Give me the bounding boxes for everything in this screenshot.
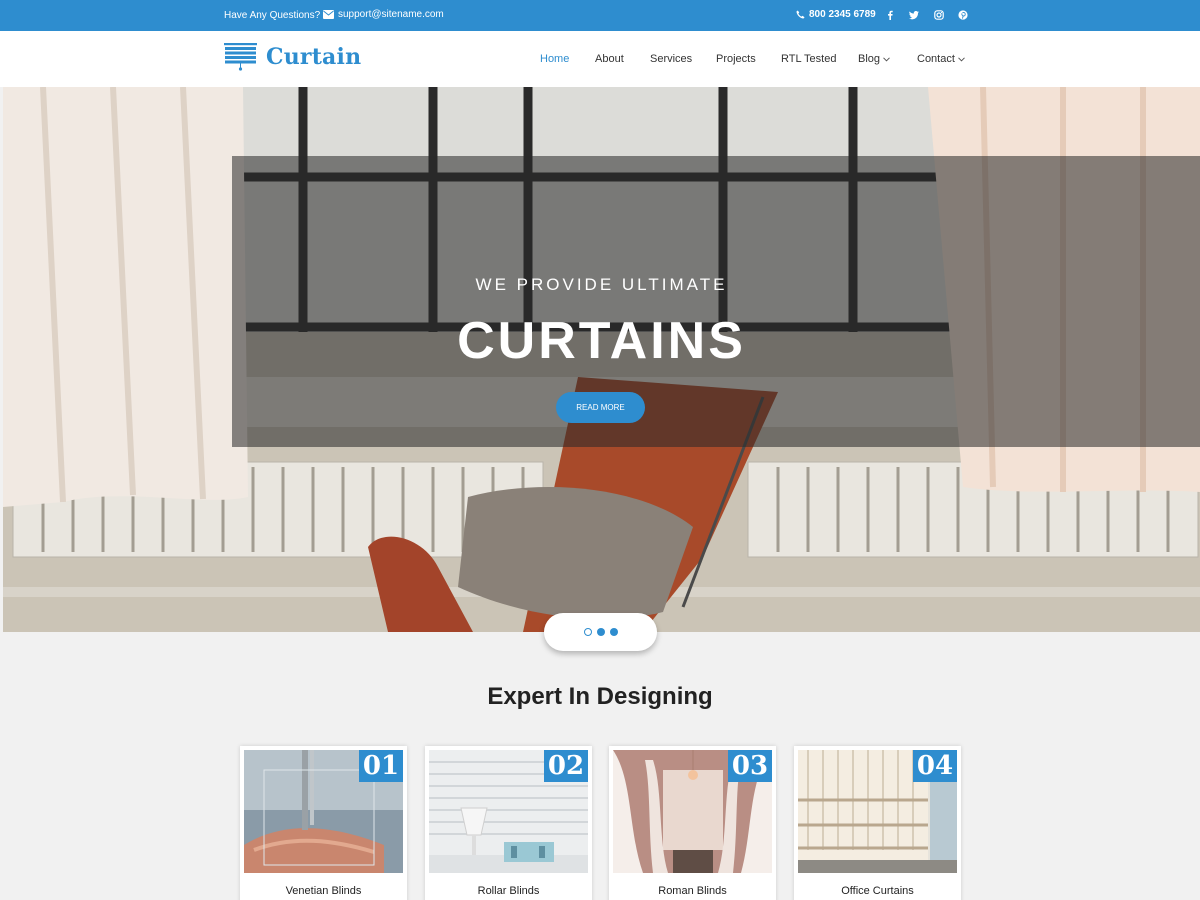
hero-subtitle: WE PROVIDE ULTIMATE — [475, 275, 728, 294]
nav-blog-label: Blog — [858, 53, 881, 65]
card-label: Rollar Blinds — [477, 885, 540, 897]
card-number: 01 — [359, 750, 403, 782]
hero-slider: WE PROVIDE ULTIMATE CURTAINS READ MORE — [3, 87, 1200, 632]
service-card-office[interactable]: 04 Office Curtains — [794, 746, 961, 900]
email-link[interactable]: support@sitename.com — [323, 9, 444, 20]
read-more-button[interactable]: READ MORE — [556, 392, 645, 423]
nav-blog[interactable]: Blog — [858, 53, 890, 65]
email-text: support@sitename.com — [338, 9, 444, 20]
site-header: Curtain Home About Services Projects RTL… — [0, 31, 1200, 87]
nav-services-label: Services — [650, 53, 693, 65]
nav-home-label: Home — [540, 53, 570, 65]
nav-projects-label: Projects — [716, 53, 756, 65]
nav-projects[interactable]: Projects — [716, 53, 756, 65]
card-number: 02 — [544, 750, 588, 782]
nav-about[interactable]: About — [595, 53, 624, 65]
nav-about-label: About — [595, 53, 624, 65]
section-title: Expert In Designing — [487, 683, 713, 710]
chevron-down-icon — [883, 56, 890, 62]
instagram-icon[interactable] — [933, 9, 945, 21]
slide-dot-2[interactable] — [596, 628, 605, 636]
service-card-roman[interactable]: 03 Roman Blinds — [609, 746, 776, 900]
phone-text: 800 2345 6789 — [809, 9, 876, 20]
hero-overlay — [232, 156, 1200, 447]
brand-name: Curtain — [266, 44, 362, 70]
pinterest-icon[interactable] — [957, 9, 969, 21]
nav-contact[interactable]: Contact — [917, 53, 965, 65]
nav-rtl-tested-label: RTL Tested — [781, 53, 837, 65]
facebook-icon[interactable] — [884, 9, 896, 21]
nav-rtl-tested[interactable]: RTL Tested — [781, 53, 836, 65]
blinds-logo-icon — [224, 43, 257, 71]
nav-services[interactable]: Services — [650, 53, 692, 65]
card-label: Venetian Blinds — [285, 885, 362, 897]
phone-link[interactable]: 800 2345 6789 — [796, 9, 876, 20]
card-label: Office Curtains — [841, 885, 914, 897]
chevron-down-icon — [958, 56, 965, 62]
service-card-venetian[interactable]: 01 Venetian Blinds — [240, 746, 407, 900]
envelope-icon — [323, 10, 334, 19]
nav-home[interactable]: Home — [540, 53, 569, 65]
slider-pagination — [544, 613, 657, 651]
nav-contact-label: Contact — [917, 53, 955, 65]
card-number: 03 — [728, 750, 772, 782]
site-logo[interactable]: Curtain — [224, 43, 361, 71]
slide-dot-3[interactable] — [609, 628, 618, 636]
twitter-icon[interactable] — [908, 9, 920, 21]
question-text: Have Any Questions? — [224, 10, 321, 21]
card-label: Roman Blinds — [658, 885, 727, 897]
card-number: 04 — [913, 750, 957, 782]
slide-dot-1[interactable] — [583, 628, 592, 636]
top-bar: Have Any Questions? support@sitename.com… — [0, 0, 1200, 31]
hero-title: CURTAINS — [457, 312, 746, 370]
phone-icon — [796, 10, 805, 19]
service-card-rollar[interactable]: 02 Rollar Blinds — [425, 746, 592, 900]
